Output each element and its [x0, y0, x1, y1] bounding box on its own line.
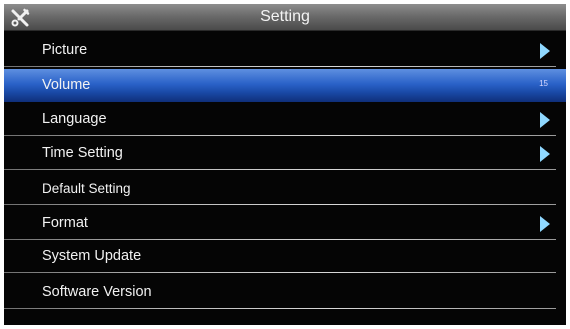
menu-item-label: Volume [42, 77, 91, 93]
menu-item-label: Software Version [42, 284, 152, 300]
menu-item-time-setting[interactable]: Time Setting [4, 137, 566, 170]
chevron-right-icon [540, 146, 550, 162]
menu-item-label: Language [42, 111, 107, 127]
menu-item-default-setting[interactable]: Default Setting [4, 172, 566, 205]
menu-item-label: Default Setting [42, 181, 131, 196]
menu-item-system-update[interactable]: System Update [4, 240, 566, 273]
menu-item-label: Picture [42, 42, 88, 58]
divider [4, 272, 556, 273]
divider [4, 308, 556, 309]
menu-item-label: Time Setting [42, 145, 123, 161]
menu-item-language[interactable]: Language [4, 103, 566, 136]
menu-item-volume[interactable]: Volume 15 [4, 69, 566, 102]
volume-value: 15 [539, 79, 548, 88]
menu-item-label: System Update [42, 248, 142, 264]
chevron-right-icon [540, 112, 550, 128]
divider [4, 169, 556, 170]
menu-item-software-version[interactable]: Software Version [4, 276, 566, 309]
divider [4, 135, 556, 136]
chevron-right-icon [540, 216, 550, 232]
settings-screen: Setting Picture Volume 15 Language Time … [4, 4, 566, 325]
divider [4, 204, 556, 205]
menu-item-picture[interactable]: Picture [4, 34, 566, 67]
menu-item-format[interactable]: Format [4, 207, 566, 240]
settings-menu: Picture Volume 15 Language Time Setting … [4, 31, 566, 325]
menu-item-label: Format [42, 215, 88, 231]
divider [4, 66, 556, 67]
page-title: Setting [260, 8, 310, 25]
chevron-right-icon [540, 43, 550, 59]
title-bar: Setting [4, 4, 566, 31]
